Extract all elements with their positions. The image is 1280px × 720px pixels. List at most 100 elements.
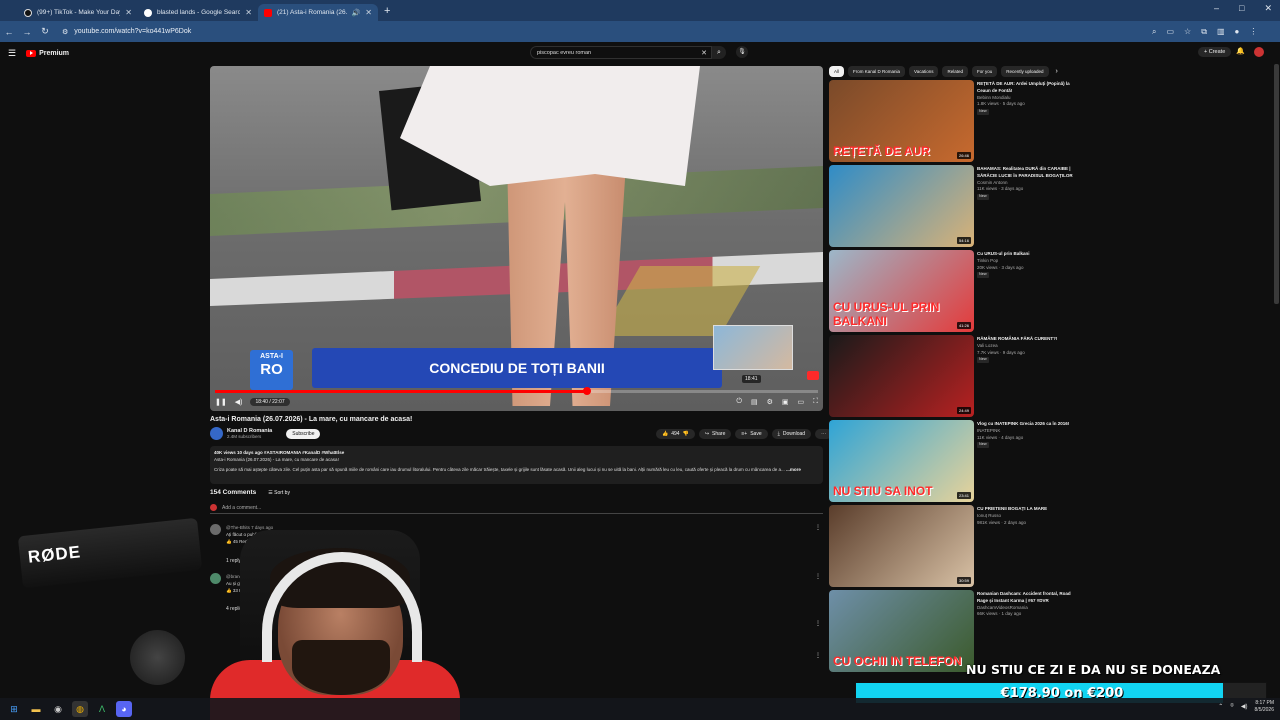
video-title[interactable]: REȚETĂ DE AUR: Ardei Umpluți (Popină) la…: [977, 81, 1077, 95]
pause-icon[interactable]: ❚❚: [215, 398, 227, 406]
forward-icon[interactable]: →: [18, 27, 36, 37]
channel-avatar[interactable]: [210, 427, 223, 440]
subscribe-button[interactable]: Subscribe: [286, 428, 321, 439]
search-input[interactable]: piscopac evreu roman ✕: [530, 46, 712, 59]
close-tab-icon[interactable]: ✕: [365, 8, 372, 17]
chip-all[interactable]: All: [829, 66, 845, 77]
clear-search-icon[interactable]: ✕: [701, 49, 707, 57]
recommended-video[interactable]: 24:49 RĂMÂNE ROMÂNIA FĂRĂ CURENT?! Vali Lo…: [829, 335, 1079, 417]
youtube-logo[interactable]: Premium: [26, 49, 69, 57]
close-tab-icon[interactable]: ✕: [245, 8, 252, 17]
video-title[interactable]: Romanian Dashcam: Accident frontal, Road…: [977, 591, 1077, 605]
video-thumbnail[interactable]: NU STIU SA INOT 23:41: [829, 420, 974, 502]
autoplay-toggle-icon[interactable]: ⏻: [736, 398, 742, 406]
chip-vacations[interactable]: Vacations: [909, 66, 939, 77]
recommended-video[interactable]: CU URUS-UL PRIN BALKANI 41:26 Cu URUS-ul p…: [829, 250, 1079, 332]
progress-bar[interactable]: [215, 387, 818, 395]
sidepanel-icon[interactable]: ▥: [1217, 27, 1225, 37]
recommended-video[interactable]: REȚETĂ DE AUR 26:46 REȚETĂ DE AUR: Ardei U…: [829, 80, 1079, 162]
comment-menu-icon[interactable]: ⋮: [815, 620, 821, 627]
obs-icon[interactable]: ◉: [50, 701, 66, 717]
theater-mode-icon[interactable]: ▭: [797, 398, 804, 406]
extensions-icon[interactable]: ⧉: [1201, 27, 1207, 37]
browser-tab-youtube[interactable]: (21) Asta-i Romania (26.07. 🔊 ✕: [258, 4, 378, 21]
video-channel[interactable]: Vali Lozea: [977, 343, 1077, 350]
volume-icon[interactable]: ◀): [1241, 703, 1248, 710]
video-channel[interactable]: INATEPINK: [977, 428, 1077, 435]
video-channel[interactable]: Bebinn Mondialu: [977, 95, 1077, 102]
miniplayer-icon[interactable]: ▣: [782, 398, 789, 406]
recommended-video[interactable]: NU STIU SA INOT 23:41 Vlog cu INATEPINK Gr…: [829, 420, 1079, 502]
like-button[interactable]: 👍 494 👎: [656, 429, 695, 439]
windows-start-icon[interactable]: ⊞: [6, 701, 22, 717]
video-channel[interactable]: Cosmin Antonn: [977, 180, 1077, 187]
chrome-menu-icon[interactable]: ⋮: [1249, 27, 1257, 37]
comment-menu-icon[interactable]: ⋮: [815, 573, 821, 580]
cast-icon[interactable]: ▭: [1166, 27, 1174, 37]
chip-recently-uploaded[interactable]: Recently uploaded: [1001, 66, 1049, 77]
scrubber-handle[interactable]: [583, 387, 592, 395]
site-info-icon[interactable]: ⚙: [62, 28, 68, 36]
discord-icon[interactable]: ◕: [116, 701, 132, 717]
sort-comments-button[interactable]: ☰ Sort by: [268, 490, 290, 496]
close-window-button[interactable]: ✕: [1264, 3, 1272, 14]
save-button[interactable]: ≡+ Save: [735, 429, 768, 439]
share-button[interactable]: ↪ Share: [698, 429, 732, 439]
browser-tab-google[interactable]: blasted lands - Google Search ✕: [138, 4, 258, 21]
video-channel[interactable]: Tinkin Pop: [977, 258, 1077, 265]
account-avatar[interactable]: [1254, 47, 1264, 57]
reload-icon[interactable]: ↻: [36, 26, 54, 37]
video-title[interactable]: RĂMÂNE ROMÂNIA FĂRĂ CURENT?!: [977, 336, 1077, 343]
video-title[interactable]: CU PRIETENII BOGAȚI LA MARE: [977, 506, 1077, 513]
close-tab-icon[interactable]: ✕: [125, 8, 132, 17]
video-channel[interactable]: Ionuț Russo: [977, 513, 1077, 520]
recommended-video[interactable]: 54:16 BAHAMAS: Realitatea DURĂ din CARAIB…: [829, 165, 1079, 247]
video-thumbnail[interactable]: CU URUS-UL PRIN BALKANI 41:26: [829, 250, 974, 332]
video-thumbnail[interactable]: 24:49: [829, 335, 974, 417]
hamburger-menu-icon[interactable]: ☰: [8, 48, 16, 59]
settings-gear-icon[interactable]: ⚙: [767, 398, 773, 406]
network-icon[interactable]: ⌾: [1230, 703, 1234, 710]
clock[interactable]: 8:17 PM 8/5/2026: [1255, 700, 1274, 713]
fullscreen-icon[interactable]: ⛶: [813, 398, 818, 406]
file-explorer-icon[interactable]: ▬: [28, 701, 44, 717]
subtitles-icon[interactable]: ▤: [751, 398, 758, 406]
bookmark-star-icon[interactable]: ☆: [1184, 27, 1191, 37]
video-thumbnail[interactable]: 30:59: [829, 505, 974, 587]
video-thumbnail[interactable]: CU OCHII IN TELEFON: [829, 590, 974, 672]
create-button[interactable]: + Create: [1198, 47, 1232, 57]
back-icon[interactable]: ←: [0, 27, 18, 37]
browser-tab-tiktok[interactable]: (99+) TikTok - Make Your Day ✕: [18, 4, 138, 21]
recommended-video[interactable]: CU OCHII IN TELEFON Romanian Dashcam: Acc…: [829, 590, 1079, 672]
video-thumbnail[interactable]: REȚETĂ DE AUR 26:46: [829, 80, 974, 162]
tray-chevron-icon[interactable]: ⌃: [1218, 703, 1223, 710]
search-button[interactable]: ⌕: [712, 46, 726, 59]
comment-menu-icon[interactable]: ⋮: [815, 524, 821, 531]
notifications-bell-icon[interactable]: 🔔: [1236, 47, 1245, 55]
zoom-icon[interactable]: ⌕: [1152, 27, 1156, 37]
video-title[interactable]: Cu URUS-ul prin Balkani: [977, 251, 1077, 258]
recommended-video[interactable]: 30:59 CU PRIETENII BOGAȚI LA MARE Ionuț Ru…: [829, 505, 1079, 587]
video-title[interactable]: Vlog cu INATEPINK Grecia 2026 ca în 2016…: [977, 421, 1077, 428]
show-more-link[interactable]: ...more: [786, 467, 801, 472]
volume-icon[interactable]: ◀): [235, 398, 243, 406]
page-scrollbar[interactable]: [1274, 64, 1279, 304]
audio-playing-icon[interactable]: 🔊: [352, 9, 361, 17]
download-button[interactable]: ⤓ Download: [771, 429, 812, 439]
video-channel[interactable]: DashcamVideosRomania: [977, 605, 1077, 612]
chrome-icon[interactable]: ◍: [72, 701, 88, 717]
voice-search-button[interactable]: 🎙: [736, 46, 748, 58]
video-title[interactable]: BAHAMAS: Realitatea DURĂ din CARAIBE | S…: [977, 166, 1077, 180]
minimize-button[interactable]: –: [1214, 3, 1219, 14]
video-thumbnail[interactable]: 54:16: [829, 165, 974, 247]
video-player[interactable]: ASTA-I RO CONCEDIU DE TOȚI BANII 18:41 ❚…: [210, 66, 823, 411]
chevron-right-icon[interactable]: ›: [1056, 68, 1058, 75]
thumbs-down-icon[interactable]: 👎: [683, 431, 689, 437]
maximize-button[interactable]: □: [1239, 3, 1244, 14]
chip-from-channel[interactable]: From Kanal D Romania: [848, 66, 906, 77]
video-description[interactable]: 40K views 10 days ago #ASTAIROMANIA #Kan…: [210, 446, 823, 484]
profile-icon[interactable]: ●: [1235, 27, 1240, 37]
comment-menu-icon[interactable]: ⋮: [815, 652, 821, 659]
url-field[interactable]: ⚙ youtube.com/watch?v=ko441wP6Dok: [58, 24, 1138, 39]
chip-related[interactable]: Related: [942, 66, 968, 77]
